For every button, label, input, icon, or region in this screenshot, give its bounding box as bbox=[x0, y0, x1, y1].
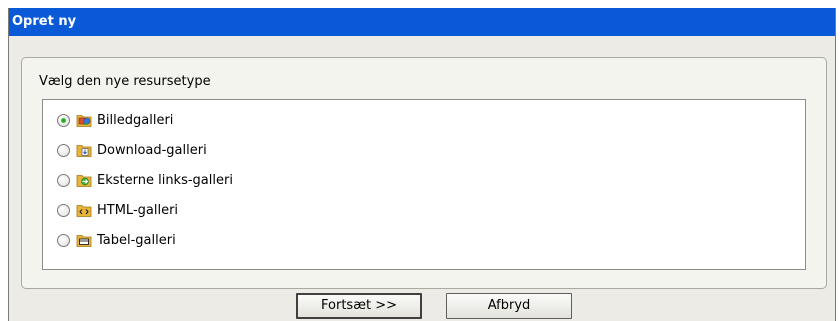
option-html-galleri[interactable]: HTML-galleri bbox=[57, 199, 178, 221]
table-gallery-icon bbox=[76, 235, 92, 247]
resource-type-prompt: Vælg den nye resursetype bbox=[39, 74, 211, 89]
option-label: Download-galleri bbox=[97, 142, 207, 158]
option-tabel-galleri[interactable]: Tabel-galleri bbox=[57, 229, 176, 251]
radio-download-galleri[interactable] bbox=[57, 143, 70, 157]
radio-tabel-galleri[interactable] bbox=[57, 233, 70, 247]
resource-type-panel: Vælg den nye resursetype Billedgalleri D… bbox=[21, 57, 827, 289]
continue-button[interactable]: Fortsæt >> bbox=[296, 293, 422, 319]
radio-html-galleri[interactable] bbox=[57, 203, 70, 217]
radio-eksterne-links-galleri[interactable] bbox=[57, 173, 70, 187]
radio-billedgalleri[interactable] bbox=[57, 113, 70, 127]
option-label: Tabel-galleri bbox=[97, 232, 176, 248]
image-gallery-icon bbox=[76, 115, 92, 127]
option-label: HTML-galleri bbox=[97, 202, 179, 218]
create-new-dialog: Opret ny Vælg den nye resursetype Billed… bbox=[8, 8, 836, 321]
resource-type-list: Billedgalleri Download-galleri Eksterne … bbox=[42, 99, 806, 270]
download-gallery-icon bbox=[76, 145, 92, 157]
option-label: Billedgalleri bbox=[97, 112, 174, 128]
html-gallery-icon bbox=[76, 205, 92, 217]
external-links-gallery-icon bbox=[76, 175, 92, 187]
option-eksterne-links-galleri[interactable]: Eksterne links-galleri bbox=[57, 169, 233, 191]
dialog-title: Opret ny bbox=[9, 8, 835, 36]
option-billedgalleri[interactable]: Billedgalleri bbox=[57, 109, 173, 131]
option-download-galleri[interactable]: Download-galleri bbox=[57, 139, 207, 161]
cancel-button[interactable]: Afbryd bbox=[446, 293, 572, 319]
option-label: Eksterne links-galleri bbox=[97, 172, 233, 188]
